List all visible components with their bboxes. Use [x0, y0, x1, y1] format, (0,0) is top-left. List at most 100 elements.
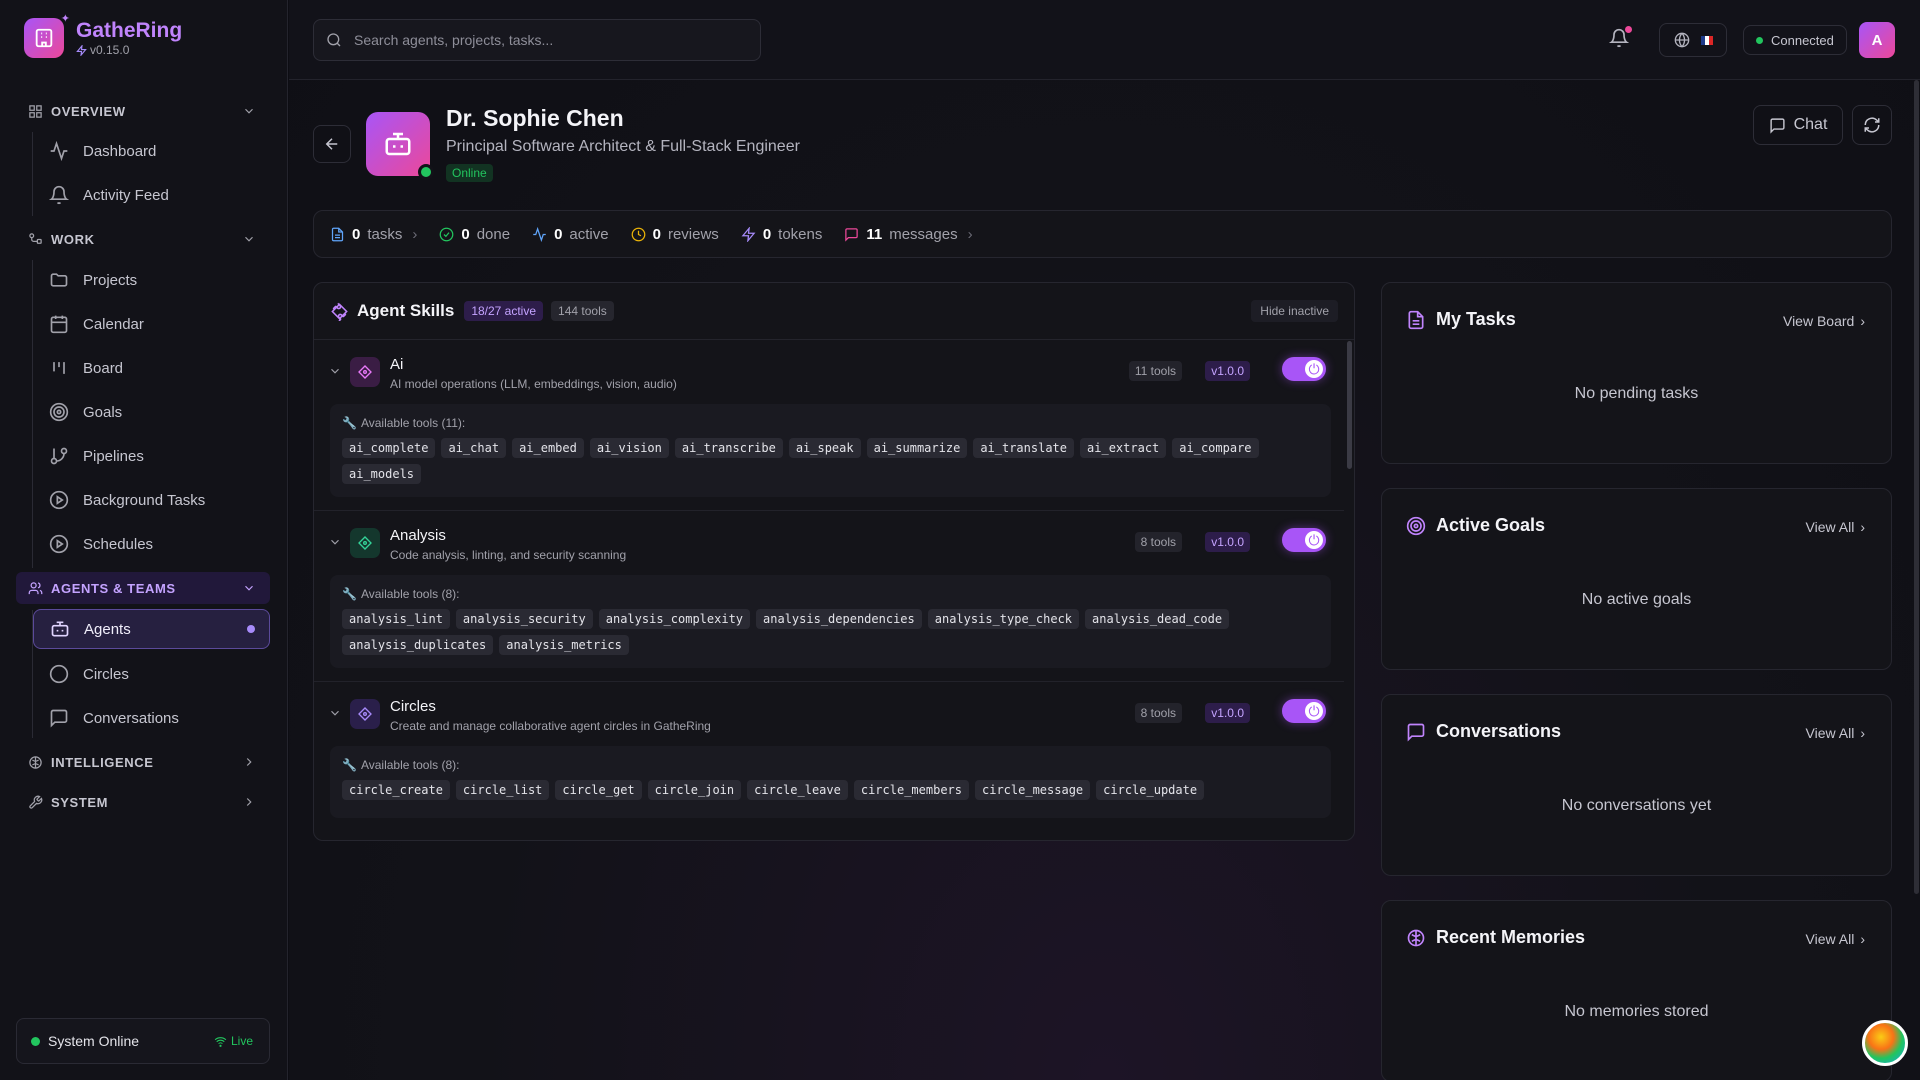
- skill-toggle[interactable]: ⏻: [1282, 528, 1326, 552]
- sidebar-item-label: Background Tasks: [83, 491, 206, 509]
- user-avatar[interactable]: A: [1859, 22, 1895, 58]
- chevron-down-icon[interactable]: [328, 364, 342, 378]
- tool-count-badge: 8 tools: [1134, 532, 1182, 552]
- sidebar-item-label: Board: [83, 359, 124, 377]
- brain-icon: [29, 755, 42, 769]
- tool-count-badge: 8 tools: [1134, 703, 1182, 723]
- message-icon: [1770, 117, 1785, 134]
- target-icon: [1406, 516, 1426, 535]
- refresh-button[interactable]: [1852, 105, 1892, 145]
- message-icon: [845, 227, 859, 242]
- sidebar-item-pipelines[interactable]: Pipelines: [33, 436, 270, 476]
- skill-toggle[interactable]: ⏻: [1282, 699, 1326, 723]
- sidebar-item-label: Goals: [83, 403, 123, 421]
- chevron-down-icon[interactable]: [328, 535, 342, 549]
- git-branch-icon: [50, 447, 68, 465]
- section-overview[interactable]: OVERVIEW: [16, 95, 270, 127]
- view-board-link[interactable]: View Board ›: [1783, 313, 1865, 329]
- tools-box: 🔧 Available tools (8): circle_create circl…: [330, 746, 1331, 818]
- search-placeholder: Search agents, projects, tasks...: [354, 32, 554, 48]
- brand[interactable]: ✦ GatheRing v0.15.0: [24, 13, 182, 58]
- chevron-right-icon: ›: [412, 225, 418, 243]
- status-dot: [1756, 36, 1763, 44]
- view-all-link[interactable]: View All ›: [1806, 519, 1865, 535]
- chevron-down-icon: [245, 585, 253, 591]
- active-count-badge: 18/27 active: [464, 301, 544, 321]
- live-label: Live: [230, 1034, 253, 1048]
- section-system[interactable]: SYSTEM: [16, 786, 270, 818]
- sidebar-item-circles[interactable]: Circles: [33, 654, 270, 694]
- view-all-link[interactable]: View All ›: [1806, 725, 1865, 741]
- recent-memories-card: Recent Memories View All › No memories st…: [1381, 900, 1892, 1080]
- sidebar-item-board[interactable]: Board: [33, 348, 270, 388]
- chevron-down-icon[interactable]: [328, 706, 342, 720]
- notifications-button[interactable]: [1609, 26, 1632, 48]
- empty-state: No conversations yet: [1561, 797, 1712, 814]
- assistant-orb-button[interactable]: [1862, 1020, 1908, 1066]
- wrench-icon: 🔧: [342, 416, 357, 430]
- scrollbar[interactable]: [1347, 341, 1352, 469]
- power-icon: ⏻: [1305, 531, 1323, 549]
- section-agents-teams[interactable]: AGENTS & TEAMS: [16, 572, 270, 604]
- link-label: View Board: [1782, 313, 1855, 329]
- sidebar-item-goals[interactable]: Goals: [33, 392, 270, 432]
- section-work[interactable]: WORK: [16, 223, 270, 255]
- tool-tag: ai_transcribe: [674, 438, 783, 458]
- link-label: View All: [1805, 725, 1855, 741]
- power-icon: ⏻: [1305, 702, 1323, 720]
- tool-tag: ai_summarize: [866, 438, 968, 458]
- stat-reviews: 0 reviews: [631, 226, 719, 243]
- section-label: WORK: [51, 231, 95, 247]
- stat-label: active: [569, 225, 609, 243]
- skills-header: Agent Skills 18/27 active 144 tools Hide…: [314, 283, 1354, 340]
- bot-icon: [385, 132, 411, 156]
- connection-status: Connected: [1743, 25, 1847, 55]
- language-switcher[interactable]: [1659, 23, 1727, 57]
- search-input[interactable]: Search agents, projects, tasks...: [313, 19, 761, 61]
- sidebar-item-schedules[interactable]: Schedules: [33, 524, 270, 564]
- message-icon: [50, 709, 68, 728]
- card-title: Active Goals: [1436, 515, 1546, 535]
- tool-tag: analysis_dependencies: [756, 609, 922, 629]
- sidebar-item-agents[interactable]: Agents: [33, 609, 270, 649]
- status-dot: [31, 1036, 40, 1046]
- sidebar-item-background-tasks[interactable]: Background Tasks: [33, 480, 270, 520]
- stat-value: 0: [652, 225, 661, 243]
- chat-label: Chat: [1793, 116, 1828, 133]
- skill-row: Circles Create and manage collaborative …: [314, 682, 1344, 840]
- stat-tasks[interactable]: 0 tasks ›: [330, 226, 417, 243]
- back-button[interactable]: [313, 125, 351, 163]
- connection-label: Connected: [1771, 32, 1834, 48]
- sidebar-item-calendar[interactable]: Calendar: [33, 304, 270, 344]
- file-icon: [1408, 310, 1424, 329]
- sidebar-item-label: Schedules: [83, 535, 154, 553]
- sidebar-item-projects[interactable]: Projects: [33, 260, 270, 300]
- chat-button[interactable]: Chat: [1753, 105, 1843, 145]
- stat-messages[interactable]: 11 messages ›: [844, 226, 973, 243]
- tool-tags: circle_create circle_list circle_get circle…: [342, 780, 1319, 800]
- stat-label: tasks: [367, 225, 403, 243]
- page-scrollbar[interactable]: [1914, 80, 1919, 894]
- clock-icon: [631, 227, 645, 241]
- stat-active: 0 active: [532, 226, 609, 243]
- message-icon: [1407, 723, 1425, 742]
- sidebar-item-label: Calendar: [83, 315, 144, 333]
- agent-avatar: [366, 112, 434, 180]
- zap-icon: [741, 226, 756, 242]
- view-all-link[interactable]: View All ›: [1806, 931, 1865, 947]
- sidebar-item-dashboard[interactable]: Dashboard: [33, 131, 270, 171]
- wrench-icon: 🔧: [342, 587, 357, 601]
- bot-icon: [51, 621, 69, 637]
- puzzle-icon: [331, 302, 348, 321]
- section-intelligence[interactable]: INTELLIGENCE: [16, 746, 270, 778]
- skill-toggle[interactable]: ⏻: [1282, 357, 1326, 381]
- circle-icon: [49, 664, 69, 684]
- flag-icon: [1700, 35, 1713, 45]
- hide-inactive-button[interactable]: Hide inactive: [1251, 300, 1338, 322]
- chevron-right-icon: [246, 798, 252, 806]
- stat-value: 0: [554, 225, 563, 243]
- sidebar-item-conversations[interactable]: Conversations: [33, 698, 270, 738]
- sidebar-item-activity-feed[interactable]: Activity Feed: [33, 175, 270, 215]
- tool-tag: circle_leave: [747, 780, 848, 800]
- skill-description: Code analysis, linting, and security sca…: [390, 548, 627, 562]
